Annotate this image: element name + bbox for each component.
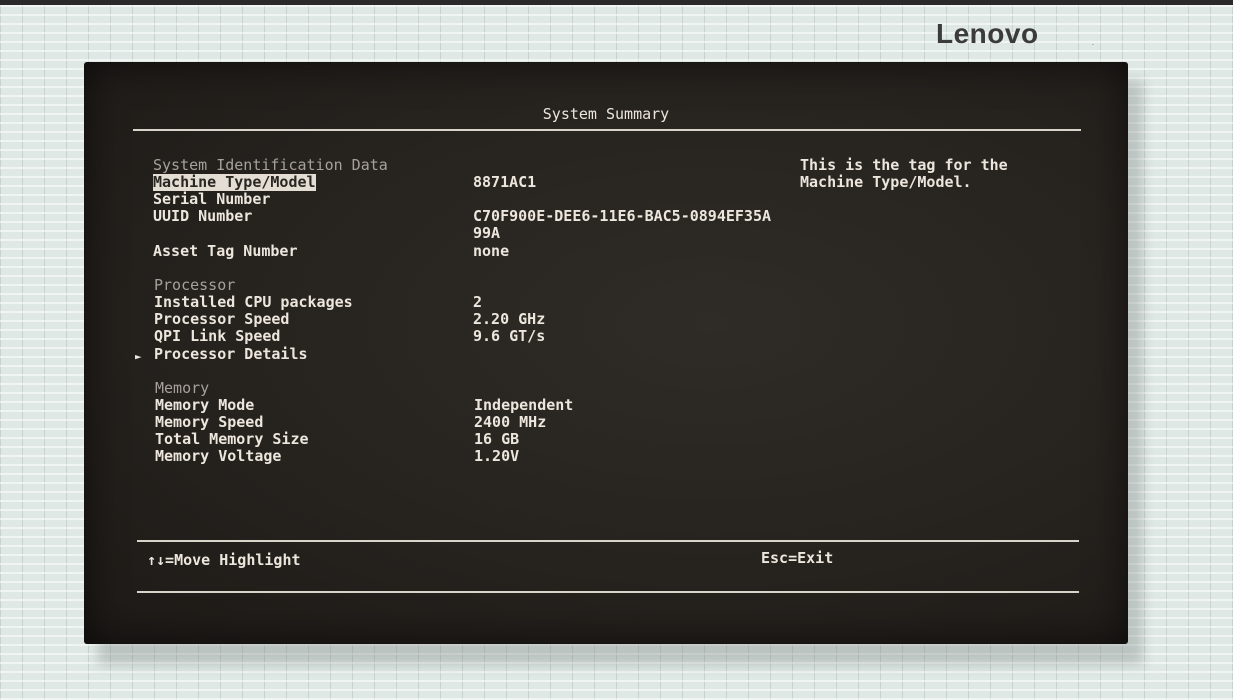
field-asset-tag-value: none xyxy=(473,242,510,260)
field-asset-tag-label[interactable]: Asset Tag Number xyxy=(153,243,298,260)
logo-mark: . xyxy=(1092,40,1094,47)
section-heading-identification: System Identification Data xyxy=(153,156,388,174)
field-qpi-speed-value: 9.6 GT/s xyxy=(473,327,546,345)
lenovo-logo: Lenovo xyxy=(936,18,1039,49)
footer-move-hint: ↑↓=Move Highlight xyxy=(147,551,301,569)
field-serial-number-label[interactable]: Serial Number xyxy=(153,191,270,208)
field-uuid-value: C70F900E-DEE6-11E6-BAC5-0894EF35A xyxy=(473,207,772,225)
field-processor-speed-value: 2.20 GHz xyxy=(473,310,546,328)
submenu-arrow-icon: ► xyxy=(135,350,142,363)
help-text-line-2: Machine Type/Model. xyxy=(800,173,972,191)
field-uuid-value-continued: 99A xyxy=(473,224,501,242)
field-memory-voltage-label: Memory Voltage xyxy=(155,447,282,465)
field-memory-mode-value: Independent xyxy=(474,396,574,414)
section-heading-processor: Processor xyxy=(154,276,236,294)
processor-details-link[interactable]: Processor Details xyxy=(154,346,308,363)
field-cpu-packages-value: 2 xyxy=(473,293,483,311)
field-memory-mode-label: Memory Mode xyxy=(155,396,255,414)
help-text-line-1: This is the tag for the xyxy=(800,156,1008,174)
page-title: System Summary xyxy=(542,105,670,123)
field-total-memory-label: Total Memory Size xyxy=(155,430,309,448)
field-memory-voltage-value: 1.20V xyxy=(474,447,520,465)
field-processor-speed-label: Processor Speed xyxy=(154,310,290,328)
footer-bottom-divider xyxy=(137,591,1079,593)
top-bezel-strip xyxy=(0,0,1233,5)
field-machine-type-label[interactable]: Machine Type/Model xyxy=(153,174,316,191)
footer-top-divider xyxy=(137,540,1079,542)
field-cpu-packages-label: Installed CPU packages xyxy=(154,293,353,311)
footer-exit-hint[interactable]: Esc=Exit xyxy=(761,550,833,567)
field-qpi-speed-label: QPI Link Speed xyxy=(154,327,281,345)
field-memory-speed-label: Memory Speed xyxy=(155,413,264,431)
section-heading-memory: Memory xyxy=(155,379,210,397)
field-uuid-label[interactable]: UUID Number xyxy=(153,208,252,225)
field-memory-speed-value: 2400 MHz xyxy=(474,413,547,431)
field-machine-type-value: 8871AC1 xyxy=(473,173,537,191)
bios-screen: System Summary System Identification Dat… xyxy=(84,62,1128,644)
header-divider xyxy=(133,129,1081,131)
field-total-memory-value: 16 GB xyxy=(474,430,520,448)
